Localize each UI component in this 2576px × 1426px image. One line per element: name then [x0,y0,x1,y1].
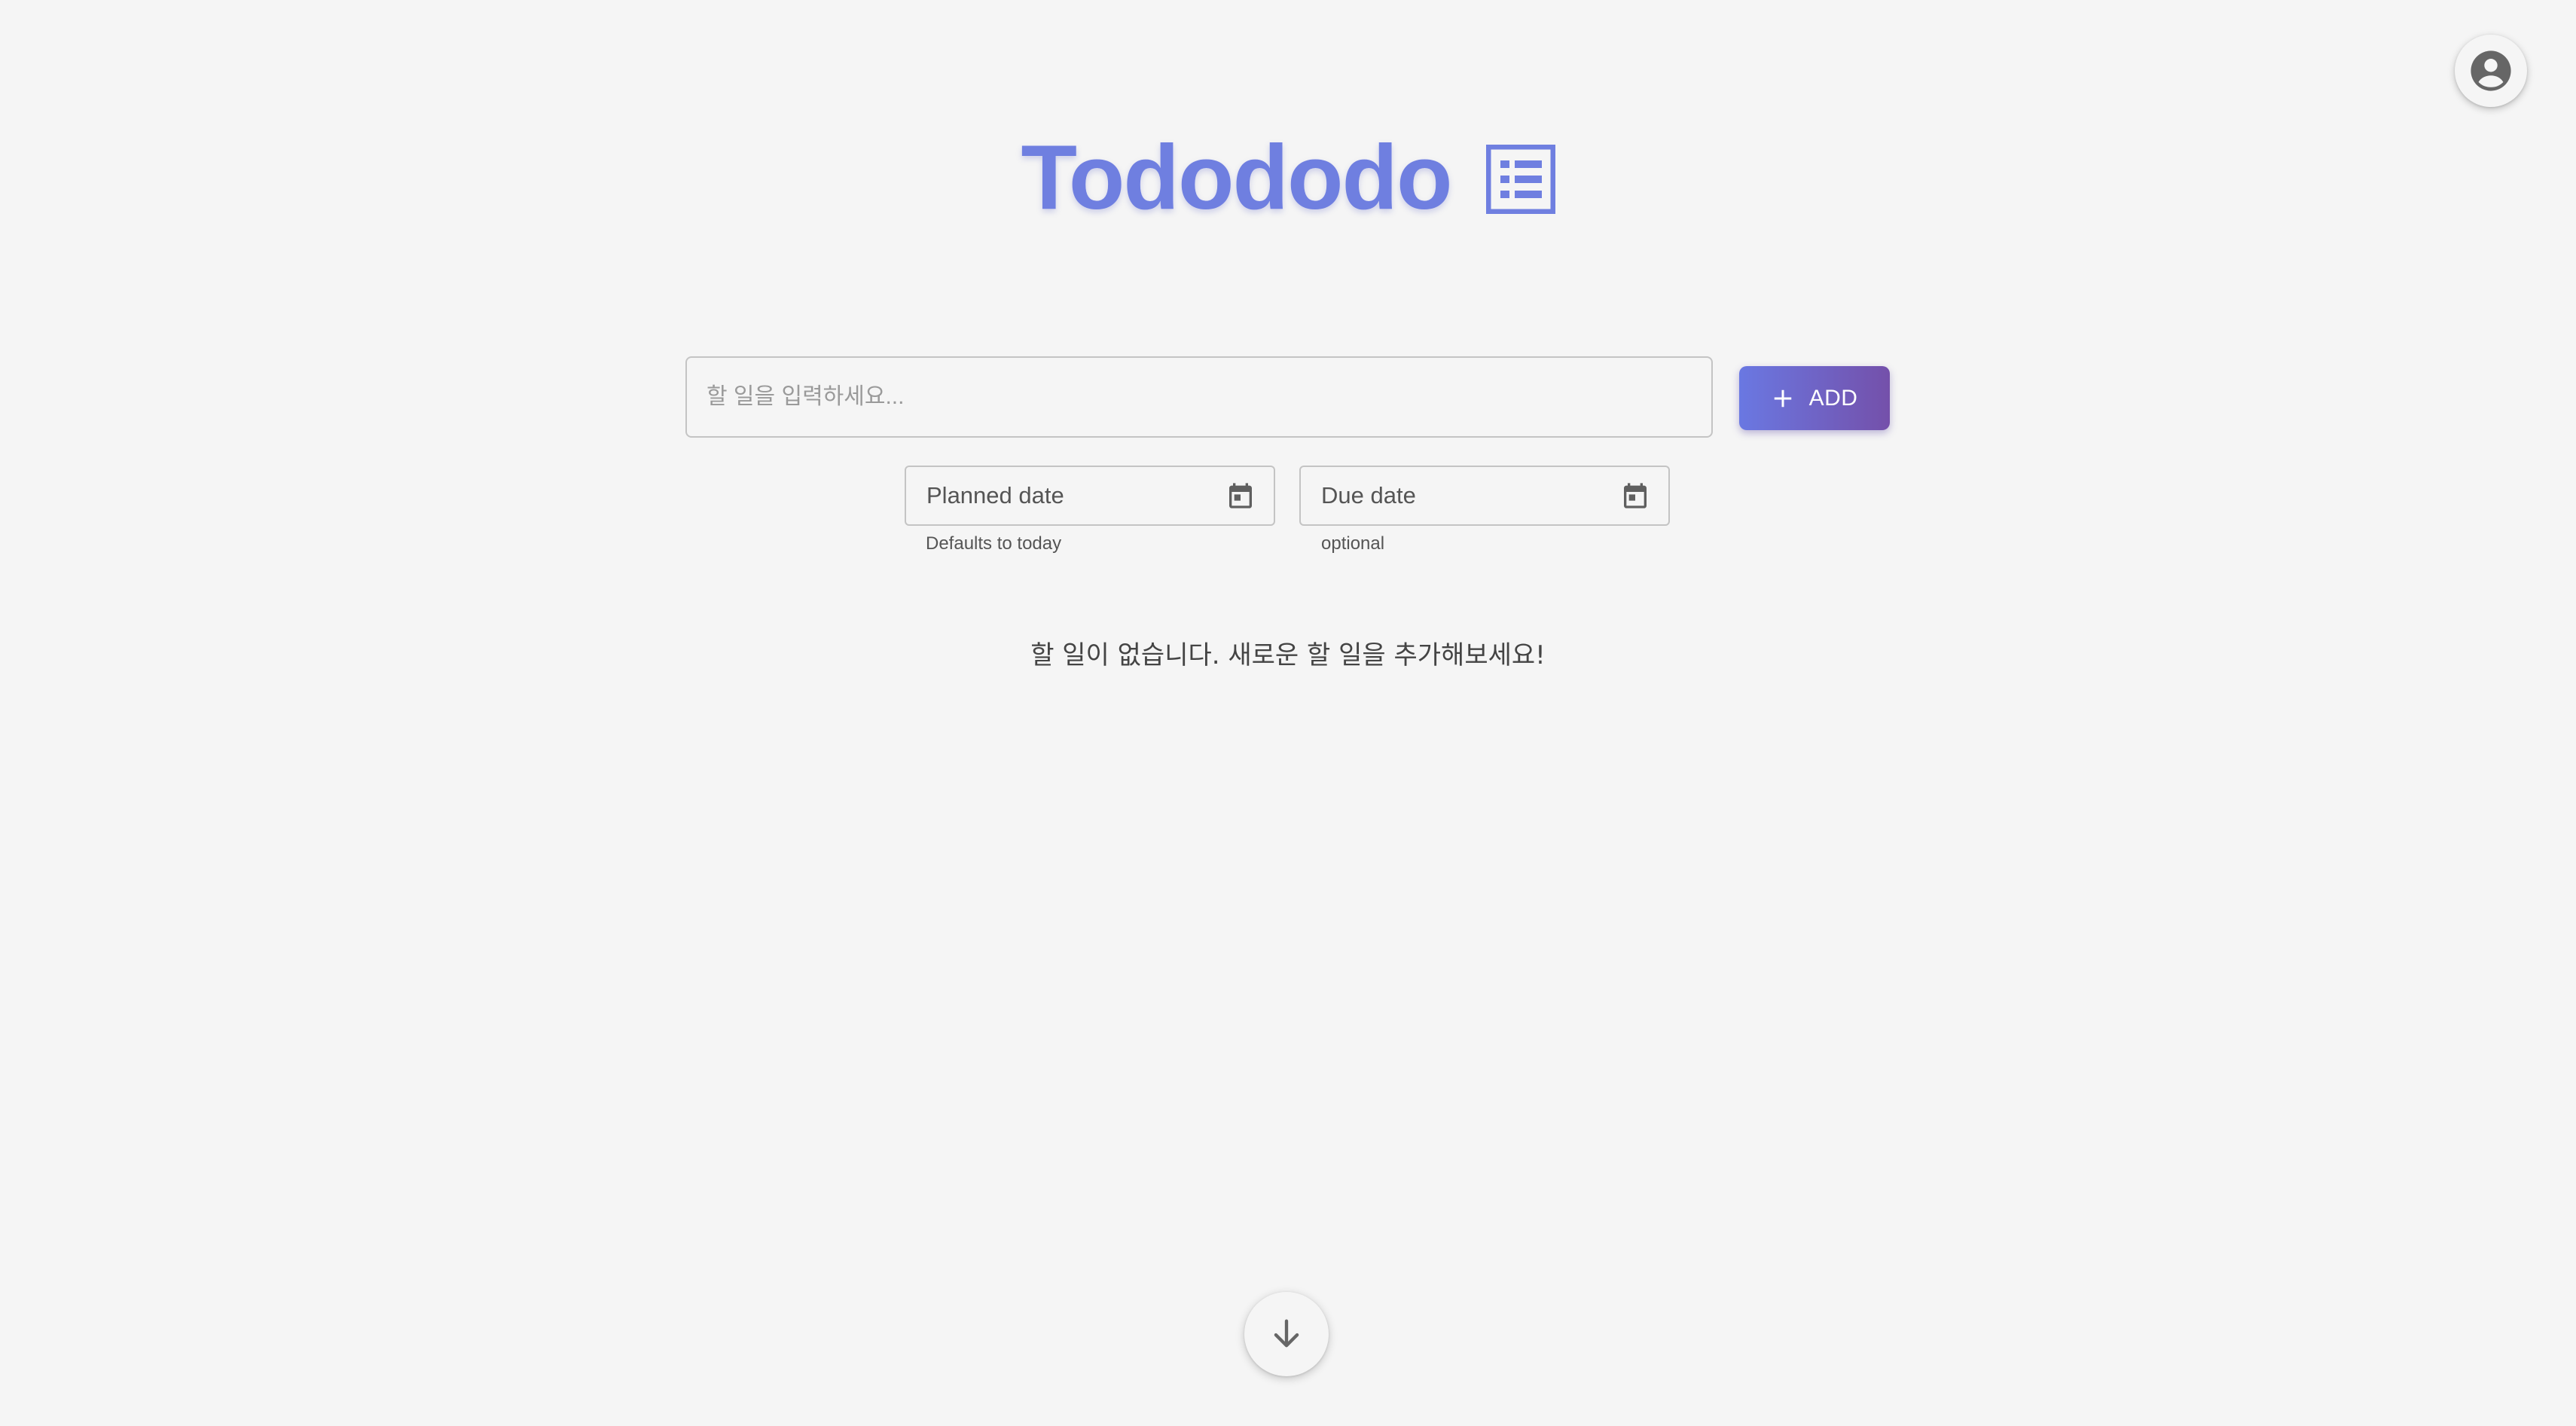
due-date-helper: optional [1321,533,1385,554]
arrow-down-icon [1274,1319,1299,1348]
due-date-field[interactable]: Due date [1299,466,1670,526]
planned-date-field[interactable]: Planned date [905,466,1275,526]
calendar-icon[interactable] [1225,481,1256,511]
calendar-icon[interactable] [1620,481,1650,511]
empty-state-message: 할 일이 없습니다. 새로운 할 일을 추가해보세요! [1030,640,1546,670]
add-button-label: ADD [1808,385,1858,411]
list-alt-icon [1485,145,1555,214]
add-button[interactable]: ADD [1739,366,1890,430]
plus-icon [1774,389,1791,407]
app-title: Todododo [1021,126,1452,228]
account-button[interactable] [2455,35,2527,107]
app-header: Todododo [0,121,2576,234]
account-circle-icon [2471,50,2511,91]
planned-date-helper: Defaults to today [926,533,1062,554]
due-date-label: Due date [1321,482,1416,508]
todo-input[interactable] [685,356,1713,438]
scroll-down-button[interactable] [1244,1292,1329,1376]
planned-date-label: Planned date [926,482,1064,508]
